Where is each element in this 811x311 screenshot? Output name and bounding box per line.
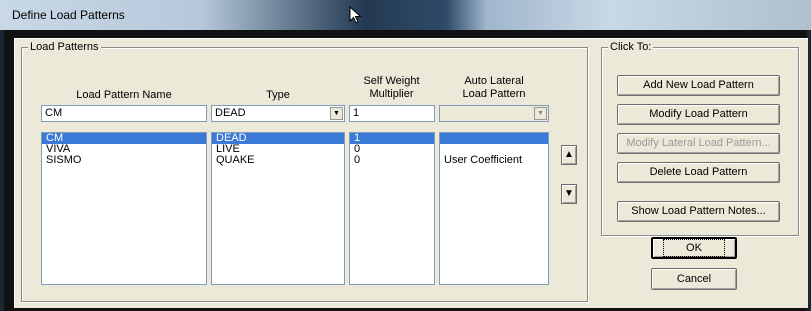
modify-lateral-load-pattern-button[interactable]: Modify Lateral Load Pattern... [617, 133, 780, 154]
header-auto-lateral-line1: Auto Lateral [464, 75, 524, 87]
ok-button-label: OK [663, 239, 725, 257]
self-weight-multiplier-input[interactable]: 1 [349, 105, 435, 122]
window-title: Define Load Patterns [12, 8, 125, 22]
self-weight-multiplier-list[interactable]: 1 0 0 [349, 132, 435, 285]
type-select[interactable]: DEAD ▼ [211, 105, 345, 122]
list-item[interactable]: 0 [350, 155, 434, 166]
add-new-load-pattern-button[interactable]: Add New Load Pattern [617, 75, 780, 96]
ok-button[interactable]: OK [651, 237, 737, 259]
cancel-button[interactable]: Cancel [651, 268, 737, 290]
delete-load-pattern-button[interactable]: Delete Load Pattern [617, 162, 780, 183]
dialog-body: Load Patterns Load Pattern Name Type Sel… [14, 38, 808, 308]
list-item[interactable]: 0 [350, 144, 434, 155]
mouse-pointer-icon [349, 6, 362, 24]
list-item[interactable]: SISMO [42, 155, 206, 166]
show-load-pattern-notes-button[interactable]: Show Load Pattern Notes... [617, 201, 780, 222]
move-up-button[interactable]: ▲ [561, 145, 577, 165]
chevron-down-icon[interactable]: ▼ [330, 107, 343, 120]
load-patterns-group-label: Load Patterns [28, 41, 101, 53]
type-select-value: DEAD [215, 107, 246, 119]
move-down-button[interactable]: ▼ [561, 184, 577, 204]
list-item[interactable]: User Coefficient [440, 155, 548, 166]
arrow-down-icon: ▼ [564, 188, 574, 199]
arrow-up-icon: ▲ [564, 149, 574, 160]
header-type: Type [266, 89, 290, 101]
modify-load-pattern-button[interactable]: Modify Load Pattern [617, 104, 780, 125]
load-pattern-name-list[interactable]: CM VIVA SISMO [41, 132, 207, 285]
load-pattern-name-input[interactable]: CM [41, 105, 207, 122]
chevron-down-icon: ▼ [534, 107, 547, 120]
auto-lateral-select: ▼ [439, 105, 549, 122]
header-self-weight-line2: Multiplier [369, 88, 414, 100]
list-item[interactable] [440, 133, 548, 144]
type-list[interactable]: DEAD LIVE QUAKE [211, 132, 345, 285]
header-auto-lateral-line2: Load Pattern [462, 88, 526, 100]
title-bar[interactable]: Define Load Patterns [0, 0, 811, 30]
list-item[interactable]: QUAKE [212, 155, 344, 166]
auto-lateral-list[interactable]: User Coefficient [439, 132, 549, 285]
header-load-pattern-name: Load Pattern Name [76, 89, 172, 101]
click-to-group-label: Click To: [608, 41, 654, 53]
header-self-weight-line1: Self Weight [363, 75, 420, 87]
list-item[interactable]: 1 [350, 133, 434, 144]
